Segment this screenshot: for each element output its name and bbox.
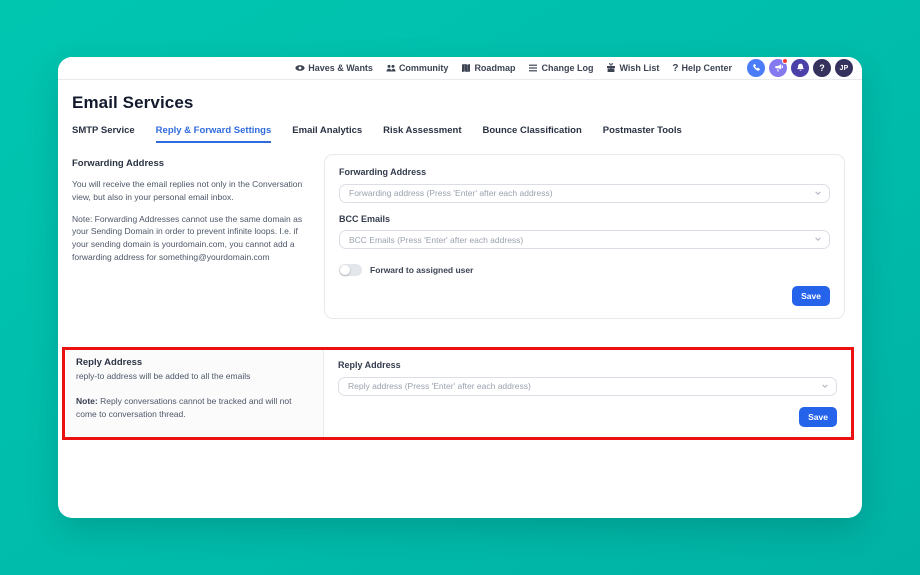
note-prefix: Note: xyxy=(76,395,98,406)
forwarding-save-button[interactable]: Save xyxy=(792,286,830,306)
toggle-label: Forward to assigned user xyxy=(370,265,474,275)
main-content: Email Services SMTP Service Reply & Forw… xyxy=(58,80,862,440)
tab-postmaster-tools[interactable]: Postmaster Tools xyxy=(603,125,682,143)
nav-item-label: Wish List xyxy=(619,63,660,73)
forwarding-description-text: You will receive the email replies not o… xyxy=(72,179,303,202)
nav-item-label: Community xyxy=(398,63,449,73)
forwarding-section: Forwarding Address You will receive the … xyxy=(72,154,845,319)
bell-icon xyxy=(796,59,805,77)
forward-to-assigned-user-row: Forward to assigned user xyxy=(339,264,830,276)
email-services-card: Haves & Wants Community Roadmap Change L… xyxy=(58,57,862,518)
nav-icon-buttons: ? JP xyxy=(747,58,853,77)
reply-address-input[interactable] xyxy=(338,376,837,396)
tab-bounce-classification[interactable]: Bounce Classification xyxy=(483,125,582,143)
bcc-emails-select xyxy=(339,230,830,249)
note-body: Reply conversations cannot be tracked an… xyxy=(76,395,292,419)
reply-description-text: reply-to address will be added to all th… xyxy=(76,371,251,381)
forwarding-description: Forwarding Address You will receive the … xyxy=(72,154,324,264)
reply-note-text: Note: Reply conversations cannot be trac… xyxy=(76,395,309,421)
community-icon xyxy=(386,63,396,73)
forwarding-address-label: Forwarding Address xyxy=(339,167,427,177)
forwarding-address-input[interactable] xyxy=(339,183,830,203)
nav-item-label: Help Center xyxy=(681,63,732,73)
forwarding-form-panel: Forwarding Address BCC Emails xyxy=(324,154,845,319)
user-avatar[interactable]: JP xyxy=(835,59,853,77)
nav-item-wish-list[interactable]: Wish List xyxy=(606,63,659,73)
notifications-button[interactable] xyxy=(791,59,809,77)
tab-risk-assessment[interactable]: Risk Assessment xyxy=(383,125,461,143)
phone-button[interactable] xyxy=(747,59,765,77)
nav-item-label: Change Log xyxy=(541,63,594,73)
changelog-list-icon xyxy=(528,63,538,73)
nav-item-change-log[interactable]: Change Log xyxy=(528,63,593,73)
bcc-emails-input[interactable] xyxy=(339,230,830,249)
nav-item-help-center[interactable]: ? Help Center xyxy=(672,63,732,74)
chevron-down-icon xyxy=(821,382,829,390)
question-icon: ? xyxy=(819,63,825,73)
phone-icon xyxy=(752,59,761,77)
page-title: Email Services xyxy=(72,93,194,112)
reply-save-button[interactable]: Save xyxy=(799,406,837,427)
tab-smtp-service[interactable]: SMTP Service xyxy=(72,125,135,143)
gift-icon xyxy=(606,63,616,73)
announcements-button[interactable] xyxy=(769,58,788,77)
forwarding-heading: Forwarding Address xyxy=(72,158,165,169)
avatar-initials: JP xyxy=(839,64,849,72)
chevron-down-icon xyxy=(814,189,822,197)
tab-email-analytics[interactable]: Email Analytics xyxy=(292,125,362,143)
reply-address-select xyxy=(338,376,837,396)
reply-description: Reply Address reply-to address will be a… xyxy=(65,350,323,437)
bcc-emails-label: BCC Emails xyxy=(339,213,391,224)
forwarding-note-text: Note: Forwarding Addresses cannot use th… xyxy=(72,213,303,262)
nav-item-roadmap[interactable]: Roadmap xyxy=(461,63,515,73)
roadmap-icon xyxy=(461,63,471,73)
toggle-knob xyxy=(340,265,350,275)
forward-to-assigned-user-toggle[interactable] xyxy=(339,264,362,276)
question-mark-icon: ? xyxy=(672,62,679,74)
chevron-down-icon xyxy=(814,235,822,243)
forwarding-address-select xyxy=(339,183,830,203)
nav-item-label: Roadmap xyxy=(474,63,516,73)
top-navigation: Haves & Wants Community Roadmap Change L… xyxy=(58,57,862,80)
nav-item-community[interactable]: Community xyxy=(386,63,449,73)
reply-form-panel: Reply Address Save xyxy=(323,350,851,437)
tab-reply-forward-settings[interactable]: Reply & Forward Settings xyxy=(155,125,272,143)
notification-dot xyxy=(782,58,788,64)
help-button[interactable]: ? xyxy=(813,59,831,77)
nav-item-label: Haves & Wants xyxy=(308,63,373,73)
reply-address-label: Reply Address xyxy=(338,360,401,370)
handshake-icon xyxy=(295,63,305,73)
reply-heading: Reply Address xyxy=(76,357,143,368)
nav-item-haves-wants[interactable]: Haves & Wants xyxy=(295,63,373,73)
tab-bar: SMTP Service Reply & Forward Settings Em… xyxy=(72,125,845,143)
reply-section-highlighted: Reply Address reply-to address will be a… xyxy=(62,347,854,440)
